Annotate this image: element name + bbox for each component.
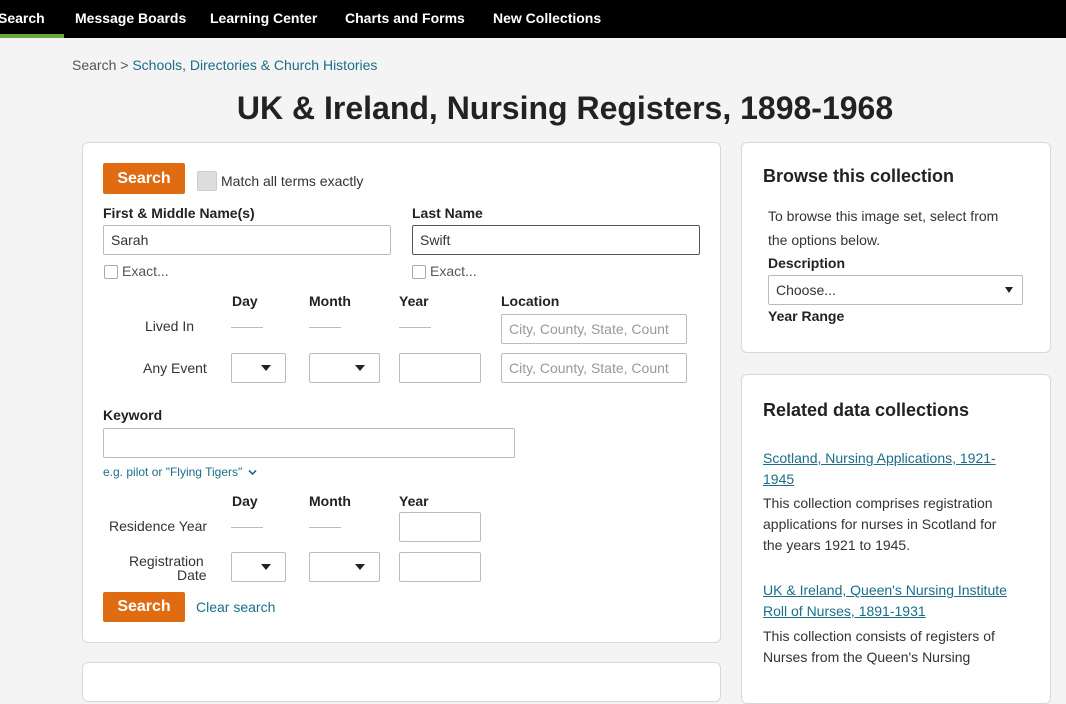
first-name-exact-checkbox[interactable] — [104, 265, 118, 279]
last-name-label: Last Name — [412, 205, 483, 221]
related-item-1-desc-line3: the years 1921 to 1945. — [763, 537, 911, 553]
keyword-input[interactable] — [103, 428, 515, 458]
first-name-input[interactable]: Sarah — [103, 225, 391, 255]
chevron-down-icon — [355, 564, 365, 570]
keyword-hint-text: e.g. pilot or "Flying Tigers" — [103, 465, 243, 479]
residence-year-label: Residence Year — [109, 518, 208, 534]
any-event-year-input[interactable] — [399, 353, 481, 383]
lived-in-label: Lived In — [145, 318, 195, 334]
col-month-label-2: Month — [309, 493, 351, 509]
col-day-label-2: Day — [232, 493, 258, 509]
description-select[interactable]: Choose... — [768, 275, 1023, 305]
col-year-label-2: Year — [399, 493, 429, 509]
search-button-top[interactable]: Search — [103, 163, 185, 194]
related-item-2-title-line1: UK & Ireland, Queen's Nursing Institute — [763, 582, 1007, 598]
lived-in-month-dash — [309, 327, 341, 328]
residence-day-dash — [231, 527, 263, 528]
any-event-location-input[interactable]: City, County, State, Count — [501, 353, 687, 383]
related-item-1-desc-line1: This collection comprises registration — [763, 495, 993, 511]
keyword-label: Keyword — [103, 407, 163, 423]
col-month-label: Month — [309, 293, 351, 309]
nav-active-indicator — [0, 34, 64, 38]
browse-intro-line2: the options below. — [768, 232, 881, 248]
chevron-down-icon — [261, 564, 271, 570]
related-item-2-title[interactable]: UK & Ireland, Queen's Nursing Institute … — [763, 580, 1007, 622]
lower-panel — [82, 662, 721, 702]
first-name-exact-label: Exact... — [122, 263, 169, 279]
top-nav: Search Message Boards Learning Center Ch… — [0, 0, 1066, 38]
clear-search-link[interactable]: Clear search — [196, 599, 275, 615]
lived-in-location-input[interactable]: City, County, State, Count — [501, 314, 687, 344]
related-item-2-desc: This collection consists of registers of… — [763, 626, 995, 668]
description-label: Description — [768, 255, 846, 271]
chevron-down-icon — [261, 365, 271, 371]
match-exact-label: Match all terms exactly — [221, 173, 364, 189]
match-exact-checkbox[interactable] — [197, 171, 217, 191]
residence-year-input[interactable] — [399, 512, 481, 542]
last-name-exact-checkbox[interactable] — [412, 265, 426, 279]
last-name-exact-label: Exact... — [430, 263, 477, 279]
related-item-1-title[interactable]: Scotland, Nursing Applications, 1921- 19… — [763, 448, 996, 490]
related-heading: Related data collections — [763, 400, 970, 420]
registration-month-select[interactable] — [309, 552, 380, 582]
browse-intro-line1: To browse this image set, select from — [768, 208, 999, 224]
related-item-2-desc-line2: Nurses from the Queen's Nursing — [763, 649, 971, 665]
related-item-1-desc-line2: applications for nurses in Scotland for — [763, 516, 997, 532]
any-event-label: Any Event — [143, 360, 207, 376]
chevron-down-icon — [355, 365, 365, 371]
search-button-bottom[interactable]: Search — [103, 592, 185, 622]
col-location-label: Location — [501, 293, 560, 309]
col-year-label: Year — [399, 293, 429, 309]
keyword-hint-link[interactable]: e.g. pilot or "Flying Tigers" — [103, 465, 257, 479]
browse-heading: Browse this collection — [763, 166, 955, 186]
registration-day-select[interactable] — [231, 552, 286, 582]
breadcrumb: Search > Schools, Directories & Church H… — [72, 57, 377, 73]
related-item-1-title-line2: 1945 — [763, 471, 795, 487]
related-item-2-desc-line1: This collection consists of registers of — [763, 628, 995, 644]
registration-date-label-line2: Date — [177, 567, 207, 583]
last-name-input[interactable]: Swift — [412, 225, 700, 255]
nav-message-boards[interactable]: Message Boards — [75, 10, 186, 26]
col-day-label: Day — [232, 293, 258, 309]
nav-charts-and-forms[interactable]: Charts and Forms — [345, 10, 465, 26]
any-event-month-select[interactable] — [309, 353, 380, 383]
page-title: UK & Ireland, Nursing Registers, 1898-19… — [236, 90, 894, 126]
description-select-value: Choose... — [776, 282, 836, 298]
residence-month-dash — [309, 527, 341, 528]
nav-search[interactable]: Search — [0, 10, 45, 26]
first-name-label: First & Middle Name(s) — [103, 205, 255, 221]
breadcrumb-root[interactable]: Search — [72, 57, 116, 73]
related-item-1-title-line1: Scotland, Nursing Applications, 1921- — [763, 450, 996, 466]
breadcrumb-current[interactable]: Schools, Directories & Church Histories — [132, 57, 377, 73]
breadcrumb-separator: > — [120, 57, 129, 73]
registration-year-input[interactable] — [399, 552, 481, 582]
nav-new-collections[interactable]: New Collections — [493, 10, 601, 26]
chevron-down-icon — [1005, 287, 1013, 293]
lived-in-year-dash — [399, 327, 431, 328]
related-item-1-desc: This collection comprises registration a… — [763, 493, 996, 556]
chevron-down-icon — [248, 469, 257, 476]
lived-in-day-dash — [231, 327, 263, 328]
any-event-day-select[interactable] — [231, 353, 286, 383]
nav-learning-center[interactable]: Learning Center — [210, 10, 317, 26]
year-range-label: Year Range — [768, 308, 845, 324]
related-item-2-title-line2: Roll of Nurses, 1891-1931 — [763, 603, 926, 619]
